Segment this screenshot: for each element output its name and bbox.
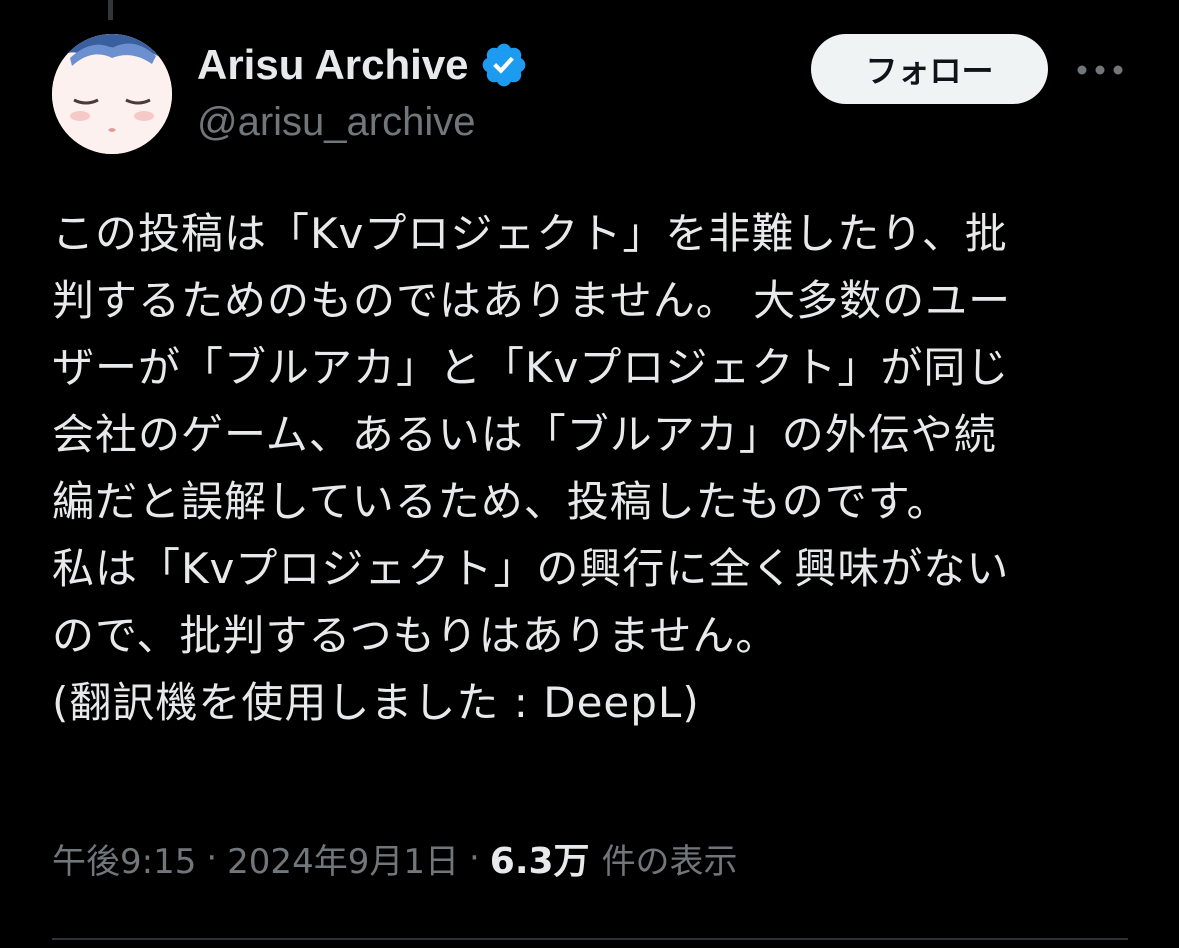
author-name-row: Arisu Archive	[197, 36, 529, 94]
thread-connector-line	[108, 0, 113, 20]
author-block: Arisu Archive @arisu_archive	[197, 36, 529, 145]
tweet-text-line: ザーが「ブルアカ」と「Kvプロジェクト」が同じ	[52, 343, 1010, 392]
tweet-text-line: ので、批判するつもりはありません。	[52, 611, 779, 660]
tweet-time[interactable]: 午後9:15	[52, 834, 196, 883]
follow-button[interactable]: フォロー	[811, 34, 1048, 104]
tweet-text-line: 会社のゲーム、あるいは「ブルアカ」の外伝や続	[52, 410, 997, 459]
views-count[interactable]: 6.3万	[490, 832, 590, 884]
verified-badge-icon[interactable]	[479, 40, 529, 90]
author-handle[interactable]: @arisu_archive	[197, 100, 529, 145]
tweet-text-line: 編だと誤解しているため、投稿したものです。	[52, 477, 950, 526]
tweet-text-line: 判するためのものではありません。 大多数のユー	[52, 276, 1012, 325]
more-horizontal-icon	[1077, 65, 1123, 75]
tweet-text-line: 私は「Kvプロジェクト」の興行に全く興味がない	[52, 544, 1010, 593]
tweet-text-line: この投稿は「Kvプロジェクト」を非難したり、批	[52, 209, 1008, 258]
more-options-button[interactable]	[1072, 52, 1128, 88]
tweet-meta: 午後9:15 · 2024年9月1日 · 6.3万 件の表示	[52, 832, 738, 884]
avatar[interactable]	[52, 34, 172, 154]
meta-separator: ·	[206, 838, 218, 878]
author-display-name[interactable]: Arisu Archive	[197, 41, 469, 89]
meta-separator: ·	[468, 838, 480, 878]
views-label: 件の表示	[601, 841, 738, 882]
tweet-text: この投稿は「Kvプロジェクト」を非難したり、批 判するためのものではありません。…	[52, 200, 1132, 736]
tweet-date[interactable]: 2024年9月1日	[227, 834, 459, 883]
divider	[52, 938, 1128, 940]
avatar-image	[52, 34, 172, 154]
tweet-text-line: (翻訳機を使用しました : DeepL)	[52, 678, 700, 727]
